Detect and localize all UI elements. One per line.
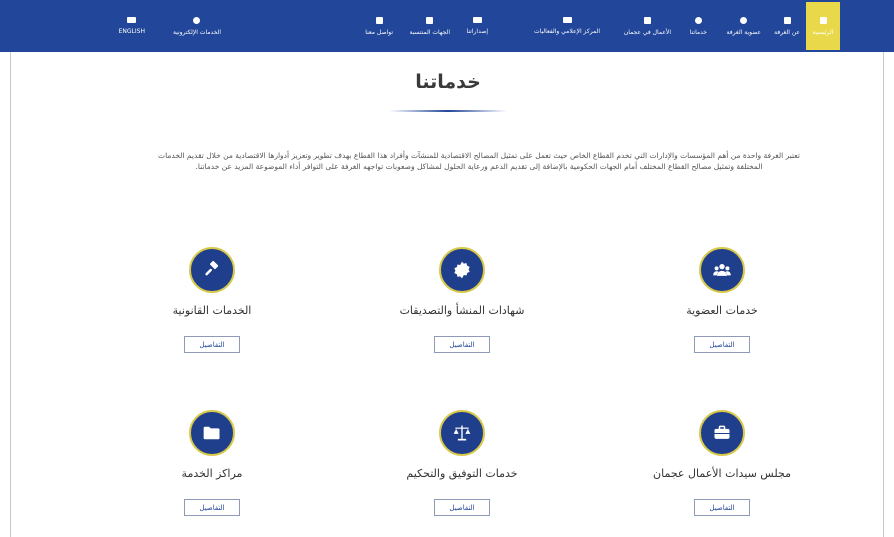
nav-item-publications[interactable]: إصداراتنا xyxy=(467,6,488,46)
entities-icon xyxy=(426,16,434,24)
title-divider xyxy=(389,110,507,112)
nav-item-home[interactable]: الرئيسية xyxy=(806,2,840,50)
nav-item-about[interactable]: عن الغرفة xyxy=(774,6,800,46)
nav-label-publications: إصداراتنا xyxy=(466,28,488,35)
nav-item-english[interactable]: ENGLISH xyxy=(119,6,145,46)
nav-label-entities: الجهات المنتسبة xyxy=(409,28,450,36)
scales-icon xyxy=(453,425,471,441)
building-icon xyxy=(783,16,791,24)
service-card-businesswomen[interactable]: مجلس سيدات الأعمال عجمان التفاصيل xyxy=(622,410,822,516)
service-title-legal: الخدمات القانونية xyxy=(172,304,252,317)
service-icon-circle xyxy=(439,410,485,456)
details-button-certificates[interactable]: التفاصيل xyxy=(434,336,490,353)
service-card-arbitration[interactable]: خدمات التوفيق والتحكيم التفاصيل xyxy=(362,410,562,516)
business-icon xyxy=(643,16,651,24)
nav-item-contact[interactable]: تواصل معنا xyxy=(365,6,393,46)
details-button-service-centers[interactable]: التفاصيل xyxy=(184,499,240,516)
nav-label-eservices: الخدمات الإلكترونية xyxy=(172,28,221,36)
home-icon xyxy=(819,16,827,24)
details-button-legal[interactable]: التفاصيل xyxy=(184,336,240,353)
intro-paragraph: تعتبر الغرفة واحدة من أهم المؤسسات والإد… xyxy=(158,151,800,171)
user-icon xyxy=(193,16,201,24)
services-page-content: خدماتنا تعتبر الغرفة واحدة من أهم المؤسس… xyxy=(10,52,884,537)
page-title: خدماتنا xyxy=(415,71,481,93)
members-icon xyxy=(740,16,748,24)
nav-item-business[interactable]: الأعمال في عجمان xyxy=(624,6,671,46)
folder-icon xyxy=(203,426,220,440)
seal-icon xyxy=(454,261,470,279)
nav-label-contact: تواصل معنا xyxy=(365,28,393,36)
gavel-icon xyxy=(205,260,219,276)
details-button-membership[interactable]: التفاصيل xyxy=(694,336,750,353)
service-title-arbitration: خدمات التوفيق والتحكيم xyxy=(406,467,518,480)
nav-label-services: خدماتنا xyxy=(689,28,707,36)
nav-label-membership: عضوية الغرفة xyxy=(726,28,761,36)
service-title-businesswomen: مجلس سيدات الأعمال عجمان xyxy=(653,467,791,480)
services-icon xyxy=(694,16,702,24)
service-title-certificates: شهادات المنشأ والتصديقات xyxy=(399,304,525,317)
globe-icon xyxy=(127,17,137,23)
book-icon xyxy=(472,17,482,23)
nav-item-services[interactable]: خدماتنا xyxy=(690,6,707,46)
media-icon xyxy=(562,17,572,23)
nav-item-eservices[interactable]: الخدمات الإلكترونية xyxy=(173,6,221,46)
service-icon-circle xyxy=(439,247,485,293)
service-icon-circle xyxy=(189,247,235,293)
phone-icon xyxy=(375,16,383,24)
service-card-membership[interactable]: خدمات العضوية التفاصيل xyxy=(622,247,822,353)
top-navigation-bar: الرئيسية عن الغرفة عضوية الغرفة خدماتنا … xyxy=(0,0,894,52)
service-title-membership: خدمات العضوية xyxy=(686,304,758,317)
nav-label-media: المركز الإعلامي والفعاليات xyxy=(534,28,600,35)
details-button-arbitration[interactable]: التفاصيل xyxy=(434,499,490,516)
nav-label-about: عن الغرفة xyxy=(774,28,800,36)
service-icon-circle xyxy=(699,410,745,456)
nav-item-entities[interactable]: الجهات المنتسبة xyxy=(410,6,450,46)
briefcase-icon xyxy=(714,425,730,439)
details-button-businesswomen[interactable]: التفاصيل xyxy=(694,499,750,516)
nav-label-business: الأعمال في عجمان xyxy=(623,28,671,36)
members-icon xyxy=(713,264,731,276)
service-icon-circle xyxy=(699,247,745,293)
nav-label-english: ENGLISH xyxy=(118,28,145,35)
nav-item-media[interactable]: المركز الإعلامي والفعاليات xyxy=(534,6,600,46)
service-card-service-centers[interactable]: مراكز الخدمة التفاصيل xyxy=(112,410,312,516)
service-card-legal[interactable]: الخدمات القانونية التفاصيل xyxy=(112,247,312,353)
service-title-service-centers: مراكز الخدمة xyxy=(181,467,243,480)
nav-item-membership[interactable]: عضوية الغرفة xyxy=(727,6,761,46)
service-icon-circle xyxy=(189,410,235,456)
nav-label-home: الرئيسية xyxy=(812,28,834,36)
service-card-certificates[interactable]: شهادات المنشأ والتصديقات التفاصيل xyxy=(362,247,562,353)
